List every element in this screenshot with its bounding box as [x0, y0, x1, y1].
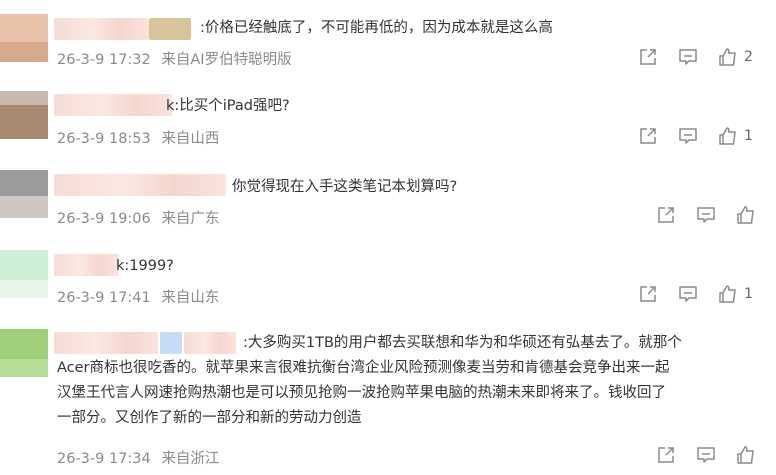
comment-button[interactable] [678, 47, 700, 69]
comment-icon [697, 207, 715, 223]
comment-date: 26-3-9 17:34 [57, 451, 151, 467]
comment-date: 26-3-9 17:41 [57, 290, 151, 306]
username-blurred-badge [149, 18, 191, 40]
comment-button[interactable] [696, 445, 718, 467]
comment-text: :价格已经触底了，不可能再低的，因为成本就是这么高 [200, 20, 553, 36]
comment-date: 26-3-9 17:32 [57, 52, 151, 68]
comment-text: k:比买个iPad强吧? [166, 98, 290, 114]
username-blurred[interactable] [54, 18, 149, 40]
comment-meta: 26-3-9 19:06 来自广东 [57, 207, 219, 228]
comment-source: 来自山西 [161, 131, 220, 147]
comment-text-line: 汉堡王代言人网速抢购热潮也是可以预见抢购一波抢购苹果电脑的热潮未来即将来了。钱收… [57, 385, 666, 401]
share-button[interactable] [656, 205, 678, 227]
thumbs-up-icon [737, 446, 754, 464]
username-blurred-tail [184, 332, 236, 354]
comment-meta: 26-3-9 17:34 来自浙江 [57, 447, 219, 468]
comment-source: 来自AI罗伯特聪明版 [161, 52, 292, 68]
share-button[interactable] [638, 47, 660, 69]
comment-button[interactable] [678, 284, 700, 306]
share-icon [640, 286, 656, 302]
share-icon [658, 447, 674, 463]
comment-icon [697, 447, 715, 463]
username-blurred[interactable] [54, 94, 172, 116]
like-count: 2 [744, 49, 753, 65]
thumbs-up-icon [719, 285, 736, 303]
share-button[interactable] [638, 284, 660, 306]
comment-item: :大多购买1TB的用户都去买联想和华为和华硕还有弘基去了。就那个 Acer商标也… [0, 320, 776, 475]
thumbs-up-icon [719, 48, 736, 66]
comment-date: 26-3-9 19:06 [57, 211, 151, 227]
like-button[interactable] [718, 284, 740, 306]
avatar[interactable] [0, 14, 48, 62]
comment-item: k:1999? 26-3-9 17:41 来自山东 1 [0, 240, 776, 320]
comment-date: 26-3-9 18:53 [57, 131, 151, 147]
thumbs-up-icon [737, 206, 754, 224]
username-blurred[interactable] [54, 254, 119, 276]
comment-text-line: 一部分。又创作了新的一部分和新的劳动力创造 [57, 410, 362, 426]
share-icon [640, 49, 656, 65]
comment-icon [679, 286, 697, 302]
comment-icon [679, 49, 697, 65]
comment-button[interactable] [696, 205, 718, 227]
avatar[interactable] [0, 170, 48, 218]
share-icon [658, 207, 674, 223]
comment-icon [679, 128, 697, 144]
comment-item: 你觉得现在入手这类笔记本划算吗? 26-3-9 19:06 来自广东 [0, 160, 776, 240]
comment-text-line: Acer商标也很吃香的。就苹果来言很难抗衡台湾企业风险预测像麦当劳和肯德基会竞争… [57, 360, 670, 376]
username-blurred[interactable] [54, 174, 226, 196]
share-icon [640, 128, 656, 144]
username-blurred[interactable] [54, 332, 158, 354]
comment-source: 来自山东 [161, 290, 220, 306]
comment-button[interactable] [678, 126, 700, 148]
like-button[interactable] [736, 445, 758, 467]
avatar[interactable] [0, 329, 48, 377]
comment-meta: 26-3-9 18:53 来自山西 [57, 127, 219, 148]
comment-item: :价格已经触底了，不可能再低的，因为成本就是这么高 26-3-9 17:32 来… [0, 0, 776, 80]
comment-item: k:比买个iPad强吧? 26-3-9 18:53 来自山西 1 [0, 80, 776, 160]
comment-text: 你觉得现在入手这类笔记本划算吗? [232, 179, 458, 195]
avatar[interactable] [0, 250, 48, 298]
like-button[interactable] [736, 205, 758, 227]
like-button[interactable] [718, 126, 740, 148]
avatar[interactable] [0, 91, 48, 139]
like-button[interactable] [718, 47, 740, 69]
comment-text-line: :大多购买1TB的用户都去买联想和华为和华硕还有弘基去了。就那个 [243, 335, 682, 351]
comment-meta: 26-3-9 17:32 来自AI罗伯特聪明版 [57, 48, 292, 69]
comment-source: 来自浙江 [161, 451, 220, 467]
like-count: 1 [744, 286, 753, 302]
username-blurred-badge [160, 332, 182, 354]
comment-source: 来自广东 [161, 211, 220, 227]
like-count: 1 [744, 128, 753, 144]
share-button[interactable] [656, 445, 678, 467]
share-button[interactable] [638, 126, 660, 148]
thumbs-up-icon [719, 127, 736, 145]
comment-meta: 26-3-9 17:41 来自山东 [57, 286, 219, 307]
comment-text: k:1999? [116, 258, 174, 274]
